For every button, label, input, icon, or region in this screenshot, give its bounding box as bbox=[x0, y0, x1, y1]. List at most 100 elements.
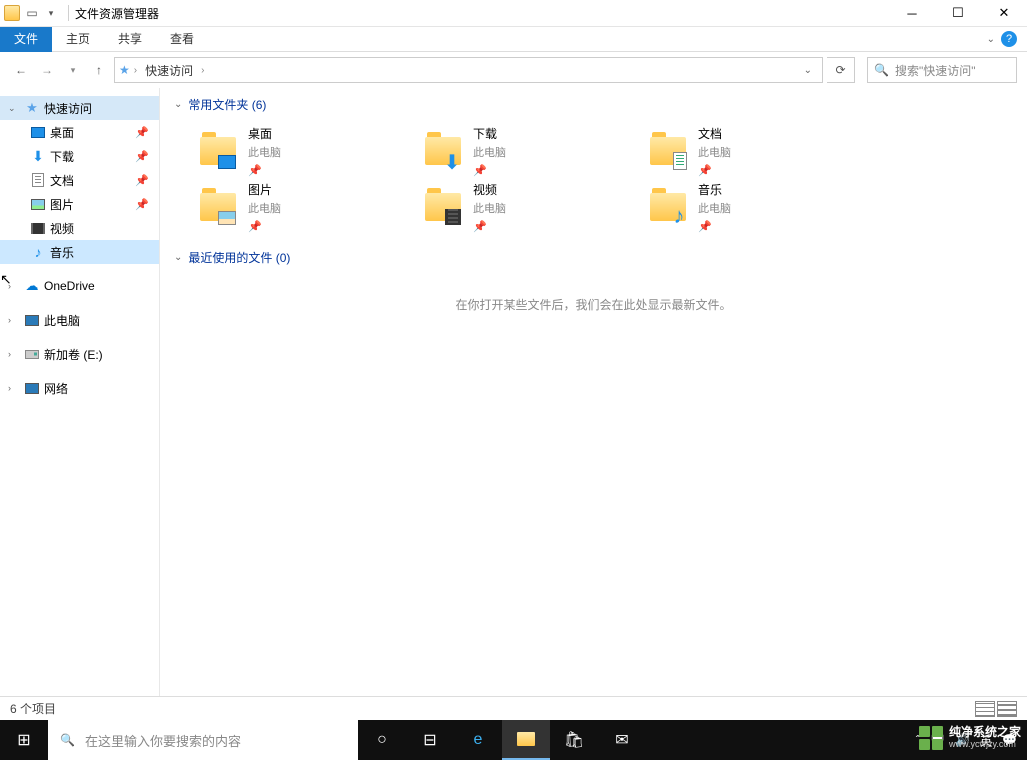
star-icon: ★ bbox=[24, 100, 40, 116]
expand-icon[interactable]: › bbox=[8, 383, 20, 393]
tray-expand-icon[interactable]: ˆ bbox=[916, 733, 920, 747]
folder-name: 文档 bbox=[698, 125, 731, 142]
folder-location: 此电脑 bbox=[248, 144, 281, 160]
expand-icon[interactable]: › bbox=[8, 315, 20, 325]
address-bar[interactable]: ★ › 快速访问 › ⌄ bbox=[114, 57, 823, 83]
sidebar-item-label: 此电脑 bbox=[44, 312, 80, 329]
tab-file[interactable]: 文件 bbox=[0, 27, 52, 52]
picf-icon bbox=[218, 211, 236, 225]
sidebar-item-label: 网络 bbox=[44, 380, 68, 397]
pin-icon: 📌 bbox=[248, 164, 281, 177]
sidebar-item-quick-access[interactable]: ⌄ ★ 快速访问 bbox=[0, 96, 159, 120]
sidebar-item-label: OneDrive bbox=[44, 279, 95, 293]
desktop-icon bbox=[30, 124, 46, 140]
qat-dropdown[interactable]: ▾ bbox=[44, 8, 58, 19]
task-view-button[interactable]: ⊟ bbox=[406, 720, 454, 760]
expand-icon[interactable]: › bbox=[8, 349, 20, 359]
folder-item[interactable]: 桌面 此电脑 📌 bbox=[198, 123, 423, 179]
icons-view-button[interactable] bbox=[997, 701, 1017, 717]
sidebar-item-this-pc[interactable]: › 此电脑 bbox=[0, 308, 159, 332]
notification-icon[interactable]: 💬 bbox=[1002, 733, 1017, 747]
up-button[interactable]: ↑ bbox=[88, 59, 110, 81]
folder-item[interactable]: 文档 此电脑 📌 bbox=[648, 123, 873, 179]
sidebar-item-label: 视频 bbox=[50, 220, 74, 237]
section-frequent-folders[interactable]: ⌄ 常用文件夹 (6) bbox=[174, 96, 1013, 113]
picture-icon bbox=[30, 196, 46, 212]
sidebar-item-documents[interactable]: 文档 📌 bbox=[0, 168, 159, 192]
minimize-button[interactable]: ─ bbox=[889, 0, 935, 27]
ribbon: 文件 主页 共享 查看 ⌄ ? bbox=[0, 27, 1027, 52]
address-dropdown[interactable]: ⌄ bbox=[798, 65, 818, 76]
window-title: 文件资源管理器 bbox=[75, 5, 159, 22]
folder-icon bbox=[198, 187, 238, 227]
sidebar-item-onedrive[interactable]: › ☁ OneDrive bbox=[0, 274, 159, 298]
tab-share[interactable]: 共享 bbox=[104, 27, 156, 52]
folder-name: 下载 bbox=[473, 125, 506, 142]
status-bar: 6 个项目 bbox=[0, 696, 1027, 720]
folder-item[interactable]: ⬇ 下载 此电脑 📌 bbox=[423, 123, 648, 179]
sidebar-item-videos[interactable]: 视频 bbox=[0, 216, 159, 240]
video-icon bbox=[30, 220, 46, 236]
explorer-button[interactable] bbox=[502, 720, 550, 760]
folder-item[interactable]: ♪ 音乐 此电脑 📌 bbox=[648, 179, 873, 235]
pin-icon: 📌 bbox=[135, 198, 149, 211]
sidebar-item-music[interactable]: ♪ 音乐 bbox=[0, 240, 159, 264]
sidebar-item-downloads[interactable]: ⬇ 下载 📌 bbox=[0, 144, 159, 168]
taskbar-search[interactable]: 🔍 在这里输入你要搜索的内容 bbox=[48, 720, 358, 760]
folder-name: 桌面 bbox=[248, 125, 281, 142]
sidebar-item-network[interactable]: › 网络 bbox=[0, 376, 159, 400]
expand-ribbon-icon[interactable]: ⌄ bbox=[987, 34, 995, 45]
details-view-button[interactable] bbox=[975, 701, 995, 717]
item-count: 6 个项目 bbox=[10, 700, 56, 717]
folder-item[interactable]: 视频 此电脑 📌 bbox=[423, 179, 648, 235]
folder-icon: ⬇ bbox=[423, 131, 463, 171]
collapse-icon[interactable]: ⌄ bbox=[174, 252, 182, 263]
network-icon bbox=[24, 380, 40, 396]
close-button[interactable]: ✕ bbox=[981, 0, 1027, 27]
collapse-icon[interactable]: ⌄ bbox=[174, 99, 182, 110]
refresh-button[interactable]: ⟳ bbox=[827, 57, 855, 83]
expand-icon[interactable]: ⌄ bbox=[8, 103, 20, 114]
taskbar-search-placeholder: 在这里输入你要搜索的内容 bbox=[85, 731, 241, 750]
help-button[interactable]: ? bbox=[1001, 31, 1017, 47]
section-recent-files[interactable]: ⌄ 最近使用的文件 (0) bbox=[174, 249, 1013, 266]
sidebar-item-label: 图片 bbox=[50, 196, 74, 213]
sidebar-item-drive[interactable]: › 新加卷 (E:) bbox=[0, 342, 159, 366]
folder-icon: ♪ bbox=[648, 187, 688, 227]
pc-icon bbox=[24, 312, 40, 328]
folder-location: 此电脑 bbox=[698, 144, 731, 160]
maximize-button[interactable]: ☐ bbox=[935, 0, 981, 27]
pin-icon: 📌 bbox=[473, 164, 506, 177]
docf-icon bbox=[673, 152, 687, 170]
folder-location: 此电脑 bbox=[473, 200, 506, 216]
tab-home[interactable]: 主页 bbox=[52, 27, 104, 52]
network-icon[interactable]: 🖥 bbox=[930, 733, 945, 747]
ime-indicator[interactable]: 英 bbox=[980, 732, 992, 749]
music-icon: ♪ bbox=[30, 244, 46, 260]
folder-location: 此电脑 bbox=[248, 200, 281, 216]
cortana-button[interactable]: ○ bbox=[358, 720, 406, 760]
sidebar-item-desktop[interactable]: 桌面 📌 bbox=[0, 120, 159, 144]
start-button[interactable]: ⊞ bbox=[0, 720, 48, 760]
app-icon bbox=[4, 5, 20, 21]
mail-button[interactable]: ✉ bbox=[598, 720, 646, 760]
folder-item[interactable]: 图片 此电脑 📌 bbox=[198, 179, 423, 235]
expand-icon[interactable]: › bbox=[8, 281, 20, 291]
sidebar-item-pictures[interactable]: 图片 📌 bbox=[0, 192, 159, 216]
volume-icon[interactable]: 🔊 bbox=[955, 733, 970, 747]
history-dropdown[interactable]: ▾ bbox=[62, 59, 84, 81]
edge-button[interactable]: e bbox=[454, 720, 502, 760]
breadcrumb-root[interactable]: 快速访问 bbox=[141, 62, 197, 79]
qat-button[interactable]: ▭ bbox=[22, 6, 42, 20]
breadcrumb-separator: › bbox=[201, 65, 204, 76]
drive-icon bbox=[24, 346, 40, 362]
quick-access-icon: ★ bbox=[119, 63, 130, 77]
pin-icon: 📌 bbox=[698, 164, 731, 177]
back-button[interactable]: ← bbox=[10, 59, 32, 81]
sidebar-item-label: 下载 bbox=[50, 148, 74, 165]
tab-view[interactable]: 查看 bbox=[156, 27, 208, 52]
sidebar-item-label: 快速访问 bbox=[44, 100, 92, 117]
folder-icon bbox=[423, 187, 463, 227]
search-input[interactable]: 🔍 搜索"快速访问" bbox=[867, 57, 1017, 83]
store-button[interactable]: 🛍 bbox=[550, 720, 598, 760]
